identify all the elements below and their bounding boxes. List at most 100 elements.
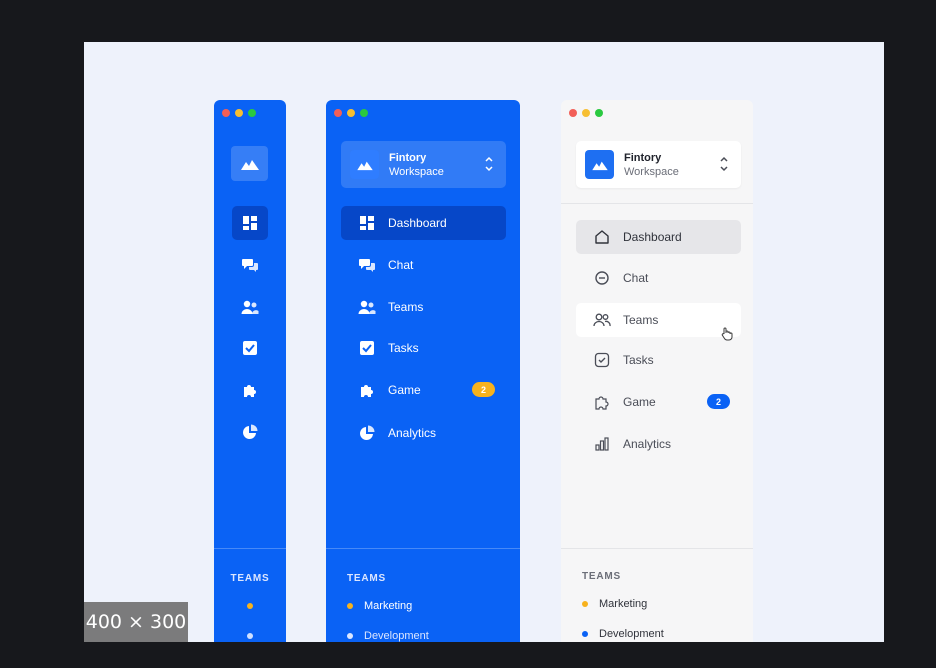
sidebar-divider [561,203,753,204]
nav-label: Chat [623,271,649,285]
tasks-icon [360,341,374,355]
sidebar-divider [326,548,520,549]
teams-heading: TEAMS [230,573,270,584]
game-count-badge: 2 [707,394,730,409]
collapsed-sidebar: TEAMS [214,100,286,642]
chat-icon [595,271,609,285]
maximize-window-button[interactable] [360,109,368,117]
close-window-button[interactable] [222,109,230,117]
team-color-dot [347,633,353,639]
nav-item-game[interactable]: Game 2 [576,385,741,419]
preview-canvas: TEAMS Fintory Workspace Dashboard Chat T… [84,42,884,642]
collapsed-nav-chat[interactable] [232,248,268,282]
team-dot-marketing[interactable] [247,603,253,609]
collapsed-nav-dashboard[interactable] [232,206,268,240]
workspace-subtitle: Workspace [389,165,444,178]
team-item-development[interactable]: Development [347,630,429,642]
tasks-icon [594,352,610,368]
nav-item-chat[interactable]: Chat [341,248,506,282]
logo-icon [240,159,259,170]
tasks-icon [243,341,257,355]
nav-label: Teams [623,313,659,327]
workspace-subtitle: Workspace [624,165,679,178]
collapsed-nav-game[interactable] [232,373,268,407]
workspace-logo[interactable] [231,146,268,181]
maximize-window-button[interactable] [248,109,256,117]
window-controls [334,109,368,117]
teams-icon [358,300,376,314]
close-window-button[interactable] [334,109,342,117]
game-icon [595,396,609,410]
workspace-logo [585,150,614,179]
nav-label: Chat [388,258,414,272]
expanded-sidebar-light: Fintory Workspace Dashboard Chat Teams T… [561,100,753,642]
team-label: Marketing [599,598,648,610]
logo-icon [591,161,608,170]
dashboard-icon [360,216,374,230]
analytics-icon [243,424,258,439]
nav-item-teams[interactable]: Teams [341,290,506,324]
teams-icon [241,300,259,314]
window-controls [222,109,256,117]
chat-icon [242,259,258,272]
team-item-marketing[interactable]: Marketing [582,598,647,610]
chevron-updown-icon [720,156,728,172]
nav-item-chat[interactable]: Chat [576,261,741,295]
analytics-icon [595,437,609,451]
collapsed-nav-analytics[interactable] [232,415,268,449]
sidebar-divider [214,548,286,549]
nav-item-analytics[interactable]: Analytics [341,416,506,450]
chat-icon [359,259,375,272]
game-icon [244,385,256,397]
nav-label: Tasks [388,341,419,355]
image-size-badge: 400 × 300 [84,602,188,642]
workspace-name: Fintory [389,151,427,164]
nav-item-teams[interactable]: Teams [576,303,741,337]
maximize-window-button[interactable] [595,109,603,117]
analytics-icon [360,425,375,440]
nav-item-tasks[interactable]: Tasks [341,331,506,365]
game-count-badge: 2 [472,382,495,397]
workspace-logo [350,150,379,179]
team-color-dot [582,601,588,607]
nav-item-analytics[interactable]: Analytics [576,427,741,461]
teams-heading: TEAMS [347,573,386,584]
home-icon [595,230,609,244]
nav-item-dashboard[interactable]: Dashboard [341,206,506,240]
team-item-development[interactable]: Development [582,628,664,640]
minimize-window-button[interactable] [235,109,243,117]
nav-label: Teams [388,300,424,314]
workspace-switcher[interactable]: Fintory Workspace [341,141,506,188]
chevron-updown-icon [485,156,493,172]
nav-label: Tasks [623,353,654,367]
nav-label: Analytics [623,437,672,451]
nav-item-dashboard[interactable]: Dashboard [576,220,741,254]
team-dot-development[interactable] [247,633,253,639]
workspace-name: Fintory [624,151,662,164]
game-icon [361,385,373,397]
team-item-marketing[interactable]: Marketing [347,600,412,612]
nav-label: Analytics [388,426,437,440]
hand-cursor-icon [721,327,733,341]
nav-item-tasks[interactable]: Tasks [576,343,741,377]
team-color-dot [582,631,588,637]
teams-heading: TEAMS [582,571,621,582]
nav-label: Game [388,383,421,397]
collapsed-nav-teams[interactable] [232,290,268,324]
nav-label: Game [623,395,656,409]
minimize-window-button[interactable] [347,109,355,117]
close-window-button[interactable] [569,109,577,117]
workspace-switcher[interactable]: Fintory Workspace [576,141,741,188]
minimize-window-button[interactable] [582,109,590,117]
nav-item-game[interactable]: Game 2 [341,373,506,407]
team-color-dot [347,603,353,609]
nav-label: Dashboard [388,216,447,230]
logo-icon [356,161,373,170]
collapsed-nav-tasks[interactable] [232,331,268,365]
sidebar-divider [561,548,753,549]
dashboard-icon [243,216,257,230]
window-controls [569,109,603,117]
nav-label: Dashboard [623,230,682,244]
team-label: Development [364,630,429,642]
expanded-sidebar-blue: Fintory Workspace Dashboard Chat Teams T… [326,100,520,642]
